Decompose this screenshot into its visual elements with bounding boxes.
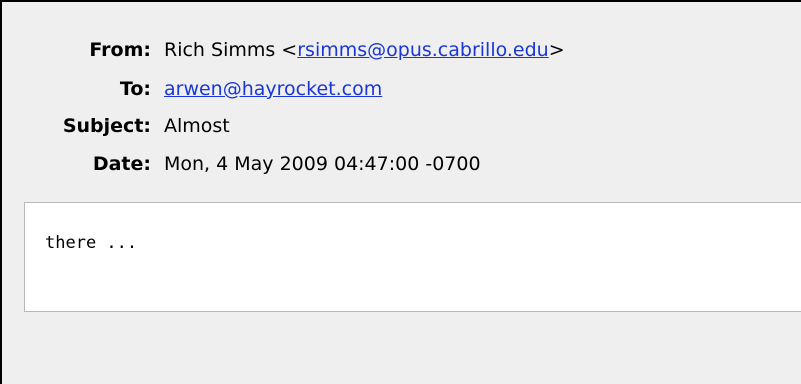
date-row: Date: Mon, 4 May 2009 04:47:00 -0700 bbox=[2, 152, 801, 176]
message-text: there ... bbox=[45, 233, 138, 253]
to-row: To: arwen@hayrocket.com bbox=[2, 77, 801, 101]
from-label: From: bbox=[89, 39, 151, 61]
from-name: Rich Simms < bbox=[164, 39, 298, 61]
from-row: From: Rich Simms <rsimms@opus.cabrillo.e… bbox=[2, 38, 801, 62]
subject-row: Subject: Almost bbox=[2, 114, 801, 138]
from-value: Rich Simms <rsimms@opus.cabrillo.edu> bbox=[164, 38, 565, 62]
from-close-bracket: > bbox=[548, 39, 565, 61]
date-value: Mon, 4 May 2009 04:47:00 -0700 bbox=[164, 153, 481, 175]
email-viewer: From: Rich Simms <rsimms@opus.cabrillo.e… bbox=[0, 0, 801, 384]
from-email-link[interactable]: rsimms@opus.cabrillo.edu bbox=[297, 39, 549, 61]
to-email-link[interactable]: arwen@hayrocket.com bbox=[164, 77, 382, 101]
date-label: Date: bbox=[92, 153, 151, 175]
subject-label: Subject: bbox=[62, 115, 151, 137]
subject-value: Almost bbox=[164, 115, 230, 137]
message-body[interactable]: there ... bbox=[24, 202, 801, 312]
to-label: To: bbox=[119, 78, 151, 100]
